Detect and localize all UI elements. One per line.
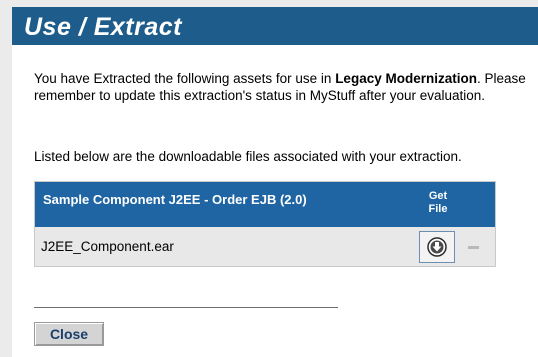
files-description: Listed below are the downloadable files … [34,149,462,164]
table-row: J2EE_Component.ear [35,229,495,265]
page-header: Use / Extract [12,7,538,45]
divider [34,307,338,308]
files-table-header: Sample Component J2EE - Order EJB (2.0) … [35,182,495,227]
table-header-get-file: Get File [423,190,453,216]
files-table: Sample Component J2EE - Order EJB (2.0) … [34,181,496,267]
left-frame [0,0,12,357]
close-button[interactable]: Close [34,322,104,346]
table-header-get-line1: Get [428,190,448,202]
get-file-button[interactable] [419,231,455,263]
intro-asset-name: Legacy Modernization [335,71,477,86]
intro-text: You have Extracted the following assets … [34,70,534,104]
top-frame [12,0,538,7]
remove-cell [456,231,494,263]
page-title: Use / Extract [24,13,182,41]
download-icon[interactable] [427,237,447,257]
intro-block: You have Extracted the following assets … [34,70,534,104]
table-header-asset-name: Sample Component J2EE - Order EJB (2.0) [43,192,307,207]
intro-text-before: You have Extracted the following assets … [34,71,336,86]
file-name: J2EE_Component.ear [41,239,174,254]
table-header-get-line2: File [428,203,448,215]
minus-icon [468,246,479,249]
